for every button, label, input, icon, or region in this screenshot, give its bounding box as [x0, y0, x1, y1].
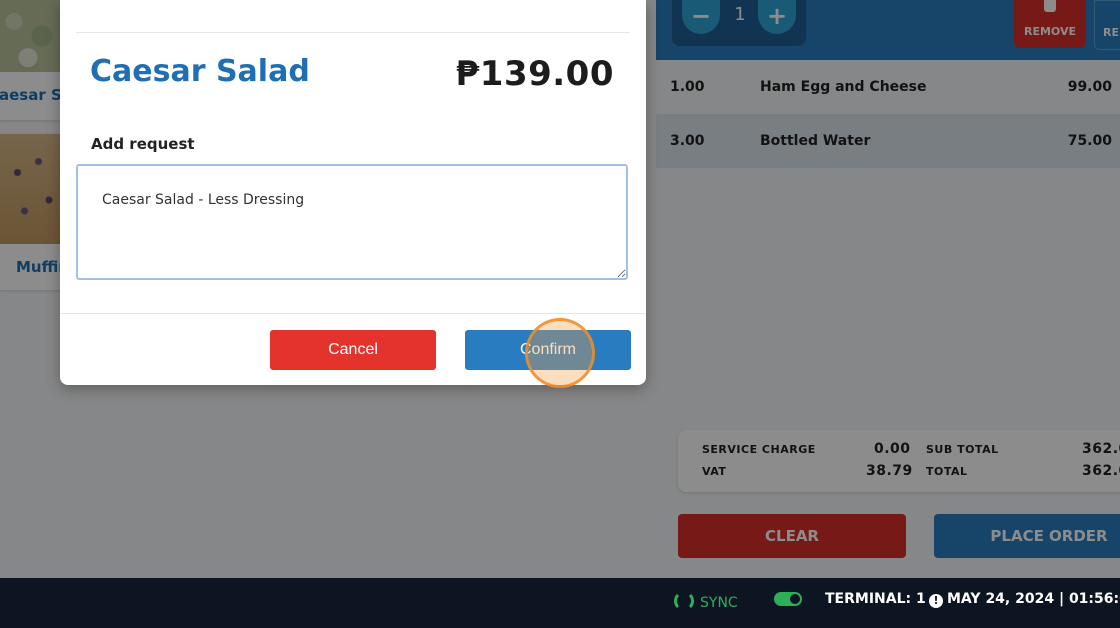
pos-app: Caesar Salad Muffin − 1 + REMOVE RE 1.00…	[0, 0, 1120, 628]
info-icon: !	[929, 594, 943, 608]
sync-toggle[interactable]	[774, 592, 802, 606]
datetime-display: !MAY 24, 2024 | 01:56:04 PI	[929, 591, 1120, 608]
add-request-modal: Caesar Salad ₱139.00 Add request Caesar …	[60, 0, 646, 385]
status-bar: SYNC TERMINAL: 1 !MAY 24, 2024 | 01:56:0…	[0, 578, 1120, 628]
modal-title: Caesar Salad	[90, 54, 310, 89]
sync-icon	[674, 591, 694, 611]
terminal-label: TERMINAL: 1	[825, 591, 926, 607]
divider	[76, 32, 630, 33]
confirm-button[interactable]: Confirm	[465, 330, 631, 370]
sync-indicator[interactable]: SYNC	[674, 591, 738, 611]
request-label: Add request	[91, 135, 195, 153]
cancel-button[interactable]: Cancel	[270, 330, 436, 370]
request-textarea[interactable]: Caesar Salad - Less Dressing	[76, 164, 628, 280]
modal-price: ₱139.00	[455, 54, 614, 94]
divider	[60, 313, 646, 314]
